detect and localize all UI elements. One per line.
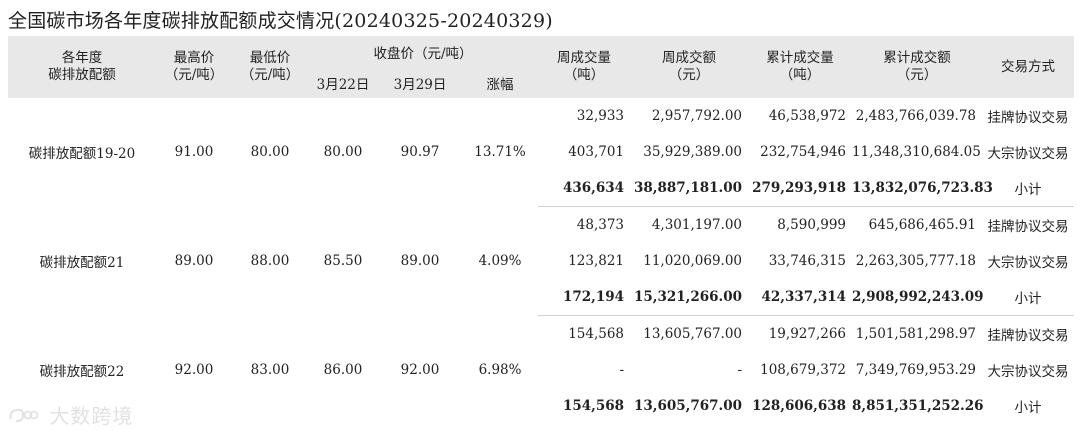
close-mar29: 89.00 bbox=[400, 253, 440, 269]
week-amount: 13,605,767.00 bbox=[643, 326, 743, 342]
cum-volume: 42,337,314 bbox=[748, 279, 853, 316]
high-price: 92.00 bbox=[174, 361, 214, 378]
header-high-price: 最高价 （元/吨） bbox=[156, 36, 232, 98]
cum-volume: 128,606,638 bbox=[752, 398, 847, 414]
cum-amount: 2,908,992,243.09 bbox=[852, 279, 984, 316]
product-name: 碳排放配额21 bbox=[39, 255, 125, 271]
price-change: 6.98% bbox=[478, 361, 522, 378]
watermark-logo-icon bbox=[8, 406, 39, 430]
high-price: 91.00 bbox=[174, 144, 214, 161]
header-trade-method: 交易方式 bbox=[982, 36, 1075, 98]
header-cum-amount: 累计成交额 （元） bbox=[852, 36, 983, 98]
close-mar22: 86.00 bbox=[323, 361, 363, 378]
week-amount: 13,605,767.00 bbox=[633, 398, 743, 414]
cum-amount: 1,501,581,298.97 bbox=[855, 326, 977, 342]
table-row: 碳排放配额21 89.00 88.00 85.50 89.00 4.09% 48… bbox=[8, 207, 1074, 271]
trade-method: 挂牌协议交易 bbox=[987, 110, 1069, 126]
table-header: 各年度 碳排放配额 最高价 （元/吨） 最低价 （元/吨） 收盘价（元/吨） 周… bbox=[8, 36, 1075, 98]
header-low-price: 最低价 （元/吨） bbox=[232, 36, 308, 98]
cum-amount: 13,832,076,723.83 bbox=[852, 170, 993, 207]
cum-amount: 2,263,305,777.18 bbox=[855, 253, 977, 269]
week-amount: 11,020,069.00 bbox=[643, 253, 743, 269]
cum-volume: 108,679,372 bbox=[760, 362, 847, 378]
week-volume: 154,568 bbox=[562, 398, 625, 414]
header-close-mar29: 3月29日 bbox=[378, 72, 462, 98]
low-price: 83.00 bbox=[250, 361, 290, 378]
trade-method: 小计 bbox=[982, 170, 1075, 207]
trade-method: 大宗协议交易 bbox=[987, 364, 1069, 380]
week-volume: 172,194 bbox=[538, 279, 631, 316]
cum-amount: 2,483,766,039.78 bbox=[855, 108, 977, 124]
trade-method: 大宗协议交易 bbox=[987, 255, 1069, 271]
cum-volume: 46,538,972 bbox=[768, 108, 847, 124]
header-change: 涨幅 bbox=[462, 72, 539, 98]
week-volume: 32,933 bbox=[576, 108, 625, 124]
watermark-text: 大数跨境 bbox=[49, 404, 134, 428]
header-close-price: 收盘价（元/吨） bbox=[308, 36, 539, 72]
cum-amount: 645,686,465.91 bbox=[868, 217, 977, 233]
price-change: 13.71% bbox=[474, 144, 526, 161]
carbon-trading-table: 各年度 碳排放配额 最高价 （元/吨） 最低价 （元/吨） 收盘价（元/吨） 周… bbox=[8, 36, 1075, 424]
close-mar22: 80.00 bbox=[323, 144, 363, 161]
close-mar22: 85.50 bbox=[323, 253, 363, 269]
trade-method: 小计 bbox=[982, 279, 1075, 316]
table-row: 碳排放配额22 92.00 83.00 86.00 92.00 6.98% 15… bbox=[8, 316, 1074, 380]
week-amount: 15,321,266.00 bbox=[630, 279, 749, 316]
week-volume: 403,701 bbox=[568, 144, 625, 160]
week-amount: 35,929,389.00 bbox=[643, 144, 743, 160]
trade-method: 小计 bbox=[1014, 400, 1042, 416]
cum-volume: 33,746,315 bbox=[768, 253, 847, 269]
cum-volume: 279,293,918 bbox=[748, 170, 853, 207]
table-row: 碳排放配额19-20 91.00 80.00 80.00 90.97 13.71… bbox=[8, 98, 1074, 162]
week-amount: 38,887,181.00 bbox=[630, 170, 749, 207]
cum-amount: 11,348,310,684.05 bbox=[852, 144, 981, 160]
week-amount: 4,301,197.00 bbox=[651, 217, 743, 233]
week-volume: 48,373 bbox=[576, 217, 625, 233]
week-volume: - bbox=[619, 362, 625, 378]
week-volume: 123,821 bbox=[568, 253, 625, 269]
week-volume: 154,568 bbox=[568, 326, 625, 342]
header-close-mar22: 3月22日 bbox=[308, 72, 378, 98]
trade-method: 挂牌协议交易 bbox=[987, 328, 1069, 344]
header-week-volume: 周成交量 （吨） bbox=[538, 36, 631, 98]
close-mar29: 92.00 bbox=[400, 361, 440, 378]
trade-method: 大宗协议交易 bbox=[987, 146, 1069, 162]
cum-volume: 19,927,266 bbox=[768, 326, 847, 342]
cum-volume: 8,590,999 bbox=[777, 217, 847, 233]
week-amount: - bbox=[737, 362, 743, 378]
header-product: 各年度 碳排放配额 bbox=[8, 36, 156, 98]
table-body: 碳排放配额19-20 91.00 80.00 80.00 90.97 13.71… bbox=[8, 98, 1075, 424]
page-title: 全国碳市场各年度碳排放配额成交情况(20240325-20240329) bbox=[8, 10, 553, 32]
week-volume: 436,634 bbox=[538, 170, 631, 207]
cum-amount: 8,851,351,252.26 bbox=[852, 398, 984, 414]
low-price: 80.00 bbox=[250, 144, 290, 161]
watermark: 大数跨境 bbox=[8, 400, 133, 430]
price-change: 4.09% bbox=[478, 253, 522, 269]
cum-amount: 7,349,769,953.29 bbox=[855, 362, 977, 378]
low-price: 88.00 bbox=[250, 253, 290, 269]
trade-method: 挂牌协议交易 bbox=[987, 219, 1069, 235]
header-cum-volume: 累计成交量 （吨） bbox=[748, 36, 853, 98]
high-price: 89.00 bbox=[174, 253, 214, 269]
close-mar29: 90.97 bbox=[400, 144, 440, 161]
cum-volume: 232,754,946 bbox=[760, 144, 847, 160]
week-amount: 2,957,792.00 bbox=[651, 108, 743, 124]
header-week-amount: 周成交额 （元） bbox=[630, 36, 749, 98]
product-name: 碳排放配额19-20 bbox=[28, 146, 136, 163]
